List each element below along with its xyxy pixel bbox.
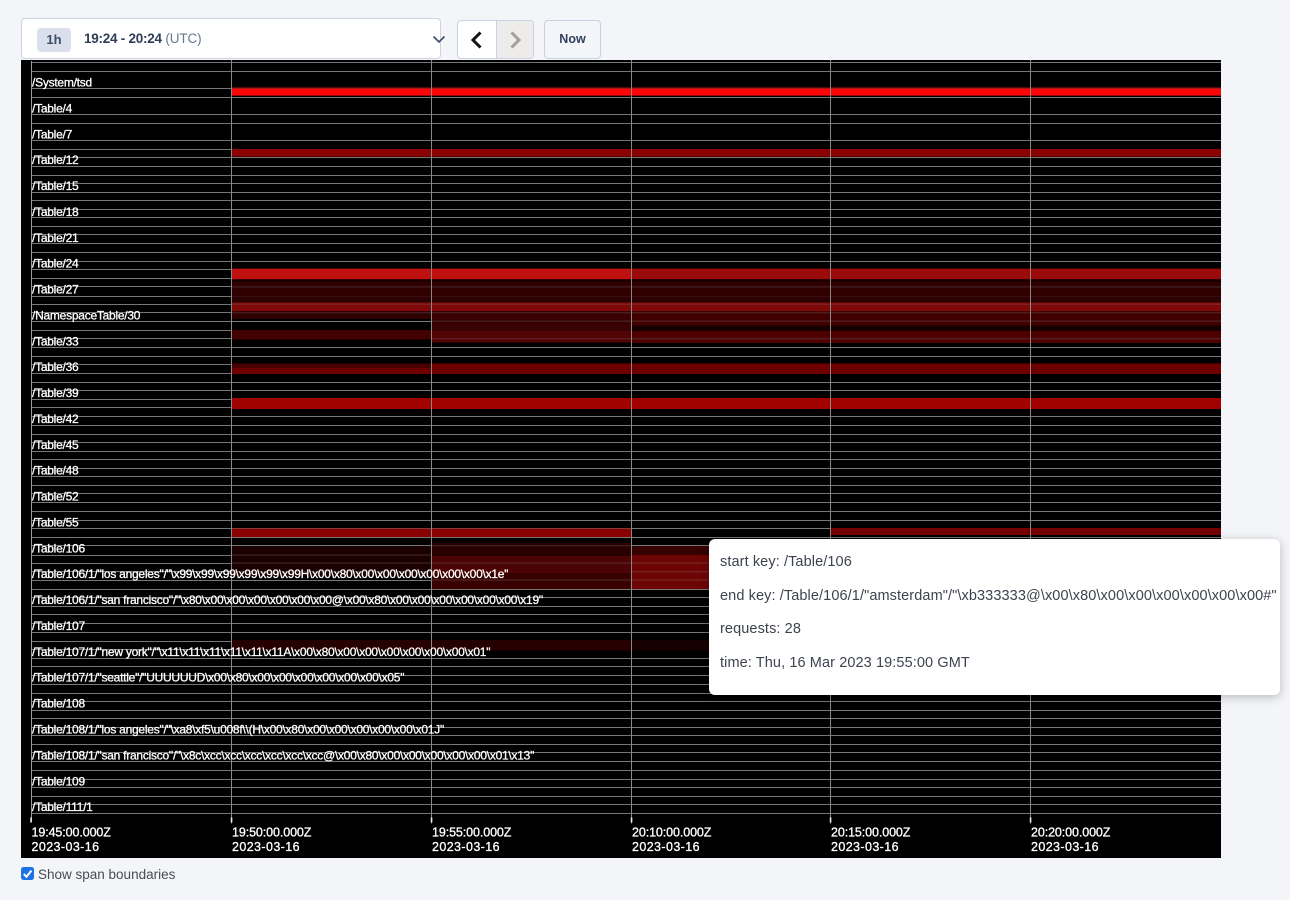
svg-text:2023-03-16: 2023-03-16 [32,840,100,854]
svg-text:19:50:00.000Z: 19:50:00.000Z [232,825,312,839]
svg-text:/Table/48: /Table/48 [32,464,79,478]
svg-text:19:45:00.000Z: 19:45:00.000Z [32,825,112,839]
svg-text:/Table/12: /Table/12 [32,153,79,167]
svg-text:/Table/36: /Table/36 [32,360,79,374]
svg-text:/Table/106: /Table/106 [32,541,85,555]
svg-text:/Table/107/1/"new york"/"\x11\: /Table/107/1/"new york"/"\x11\x11\x11\x1… [32,645,490,659]
svg-text:2023-03-16: 2023-03-16 [232,840,300,854]
svg-text:2023-03-16: 2023-03-16 [1031,840,1099,854]
svg-text:/Table/15: /Table/15 [32,179,79,193]
svg-text:/Table/106/1/"san francisco"/": /Table/106/1/"san francisco"/"\x80\x00\x… [32,593,543,607]
svg-text:/Table/7: /Table/7 [32,127,73,141]
svg-text:/NamespaceTable/30: /NamespaceTable/30 [32,308,141,322]
svg-text:20:10:00.000Z: 20:10:00.000Z [632,825,712,839]
svg-text:/Table/107: /Table/107 [32,619,85,633]
svg-text:/Table/55: /Table/55 [32,516,79,530]
svg-text:2023-03-16: 2023-03-16 [831,840,899,854]
svg-text:/Table/107/1/"seattle"/"UUUUUU: /Table/107/1/"seattle"/"UUUUUUD\x00\x80\… [32,671,404,685]
svg-text:/Table/109: /Table/109 [32,774,85,788]
svg-text:/Table/21: /Table/21 [32,231,79,245]
svg-text:/Table/108/1/"san francisco"/": /Table/108/1/"san francisco"/"\x8c\xcc\x… [32,748,534,762]
svg-text:/Table/24: /Table/24 [32,257,79,271]
svg-text:/Table/33: /Table/33 [32,334,79,348]
svg-text:/Table/27: /Table/27 [32,283,79,297]
svg-text:/Table/4: /Table/4 [32,101,73,115]
svg-text:/Table/108/1/"los angeles"/"\x: /Table/108/1/"los angeles"/"\xa8\xf5\u00… [32,723,444,737]
svg-text:/Table/42: /Table/42 [32,412,79,426]
svg-text:/Table/106/1/"los angeles"/"\x: /Table/106/1/"los angeles"/"\x99\x99\x99… [32,567,508,581]
svg-text:/Table/45: /Table/45 [32,438,79,452]
svg-text:/System/tsd: /System/tsd [32,76,92,90]
svg-text:20:15:00.000Z: 20:15:00.000Z [831,825,911,839]
svg-text:/Table/39: /Table/39 [32,386,79,400]
svg-text:/Table/111/1: /Table/111/1 [32,800,93,814]
svg-text:19:55:00.000Z: 19:55:00.000Z [432,825,512,839]
svg-text:/Table/52: /Table/52 [32,490,79,504]
svg-text:/Table/18: /Table/18 [32,205,79,219]
svg-text:2023-03-16: 2023-03-16 [432,840,500,854]
svg-text:2023-03-16: 2023-03-16 [632,840,700,854]
svg-text:/Table/108: /Table/108 [32,697,85,711]
svg-text:20:20:00.000Z: 20:20:00.000Z [1031,825,1111,839]
